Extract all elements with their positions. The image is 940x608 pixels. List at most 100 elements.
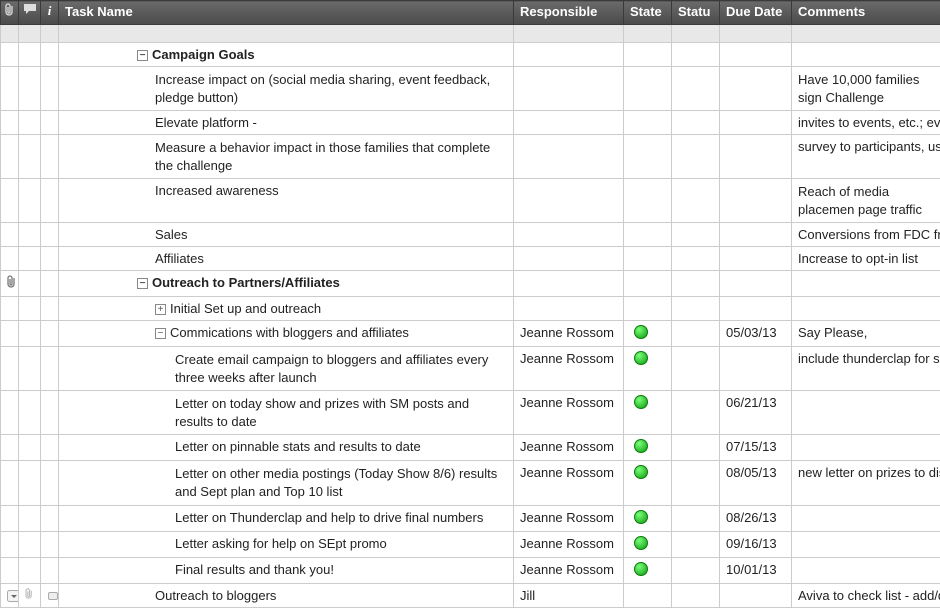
cell-task-name[interactable]: −Campaign Goals (59, 43, 514, 67)
cell-task-name[interactable]: Increased awareness (59, 179, 514, 223)
table-row[interactable]: Increased awareness Reach of media placem… (1, 179, 940, 223)
table-row[interactable]: Sales Conversions from FDC fre (1, 223, 940, 247)
cell-responsible[interactable] (514, 43, 624, 67)
cell-statu[interactable] (672, 531, 720, 557)
cell-state[interactable] (624, 43, 672, 67)
cell-task-name[interactable]: Create email campaign to bloggers and af… (59, 347, 514, 391)
cell-state[interactable] (624, 461, 672, 505)
cell-statu[interactable] (672, 461, 720, 505)
cell-state[interactable] (624, 247, 672, 271)
cell-state[interactable] (624, 347, 672, 391)
cell-comments[interactable]: invites to events, etc.; ev (792, 111, 940, 135)
col-comment[interactable] (19, 1, 41, 25)
cell-comments[interactable] (792, 435, 940, 461)
col-task-name[interactable]: Task Name (59, 1, 514, 25)
cell-state[interactable] (624, 557, 672, 583)
cell-statu[interactable] (672, 271, 720, 297)
cell-task-name[interactable]: Final results and thank you! (59, 557, 514, 583)
cell-due-date[interactable] (720, 583, 792, 607)
cell-responsible[interactable] (514, 271, 624, 297)
collapse-icon[interactable]: − (137, 278, 148, 289)
table-row[interactable]: −Campaign Goals (1, 43, 940, 67)
cell-comments[interactable]: Aviva to check list - add/d (792, 583, 940, 607)
cell-comments[interactable]: Have 10,000 families sign Challenge (792, 67, 940, 111)
cell-responsible[interactable] (514, 135, 624, 179)
cell-due-date[interactable] (720, 67, 792, 111)
col-info[interactable]: i (41, 1, 59, 25)
cell-state[interactable] (624, 505, 672, 531)
cell-comments[interactable]: survey to participants, us (792, 135, 940, 179)
table-row[interactable]: Measure a behavior impact in those famil… (1, 135, 940, 179)
cell-task-name[interactable]: Sales (59, 223, 514, 247)
cell-comments[interactable] (792, 43, 940, 67)
cell-state[interactable] (624, 297, 672, 321)
cell-due-date[interactable]: 06/21/13 (720, 391, 792, 435)
cell-statu[interactable] (672, 297, 720, 321)
table-row[interactable]: Letter asking for help on SEpt promoJean… (1, 531, 940, 557)
cell-statu[interactable] (672, 347, 720, 391)
cell-task-name[interactable]: Letter asking for help on SEpt promo (59, 531, 514, 557)
cell-task-name[interactable]: Letter on today show and prizes with SM … (59, 391, 514, 435)
cell-statu[interactable] (672, 505, 720, 531)
table-row[interactable]: Letter on today show and prizes with SM … (1, 391, 940, 435)
cell-responsible[interactable]: Jeanne Rossom (514, 505, 624, 531)
cell-due-date[interactable] (720, 135, 792, 179)
cell-statu[interactable] (672, 223, 720, 247)
cell-due-date[interactable] (720, 111, 792, 135)
cell-responsible[interactable] (514, 111, 624, 135)
table-row[interactable]: Outreach to bloggersJillAviva to check l… (1, 583, 940, 607)
cell-state[interactable] (624, 135, 672, 179)
table-row[interactable]: Letter on pinnable stats and results to … (1, 435, 940, 461)
cell-due-date[interactable]: 10/01/13 (720, 557, 792, 583)
cell-due-date[interactable]: 07/15/13 (720, 435, 792, 461)
cell-task-name[interactable]: Increase impact on (social media sharing… (59, 67, 514, 111)
table-row[interactable]: Elevate platform - invites to events, etc… (1, 111, 940, 135)
cell-comments[interactable]: include thunderclap for se (792, 347, 940, 391)
cell-comments[interactable]: Reach of media placemen page traffic (792, 179, 940, 223)
cell-due-date[interactable] (720, 179, 792, 223)
cell-responsible[interactable]: Jeanne Rossom (514, 531, 624, 557)
cell-task-name[interactable]: Measure a behavior impact in those famil… (59, 135, 514, 179)
table-row[interactable]: AffiliatesIncrease to opt-in list (1, 247, 940, 271)
cell-due-date[interactable] (720, 247, 792, 271)
table-row[interactable]: −Outreach to Partners/Affiliates (1, 271, 940, 297)
task-grid[interactable]: i Task Name Responsible State Statu Due … (0, 0, 940, 608)
cell-statu[interactable] (672, 179, 720, 223)
cell-state[interactable] (624, 111, 672, 135)
cell-comments[interactable]: Say Please, (792, 321, 940, 347)
cell-responsible[interactable] (514, 223, 624, 247)
cell-statu[interactable] (672, 557, 720, 583)
cell-statu[interactable] (672, 67, 720, 111)
cell-comments[interactable]: Conversions from FDC fre (792, 223, 940, 247)
cell-state[interactable] (624, 223, 672, 247)
cell-task-name[interactable]: Elevate platform - (59, 111, 514, 135)
cell-responsible[interactable]: Jeanne Rossom (514, 321, 624, 347)
cell-due-date[interactable] (720, 297, 792, 321)
col-due-date[interactable]: Due Date (720, 1, 792, 25)
cell-comments[interactable] (792, 557, 940, 583)
cell-responsible[interactable] (514, 179, 624, 223)
cell-responsible[interactable]: Jeanne Rossom (514, 557, 624, 583)
row-menu-button[interactable] (7, 590, 19, 602)
cell-responsible[interactable] (514, 247, 624, 271)
cell-statu[interactable] (672, 111, 720, 135)
expand-icon[interactable]: + (155, 304, 166, 315)
cell-comments[interactable] (792, 297, 940, 321)
cell-responsible[interactable]: Jeanne Rossom (514, 461, 624, 505)
cell-comments[interactable] (792, 531, 940, 557)
table-row[interactable]: Increase impact on (social media sharing… (1, 67, 940, 111)
cell-statu[interactable] (672, 583, 720, 607)
cell-task-name[interactable]: Letter on other media postings (Today Sh… (59, 461, 514, 505)
table-row[interactable]: −Commications with bloggers and affiliat… (1, 321, 940, 347)
cell-task-name[interactable]: Letter on Thunderclap and help to drive … (59, 505, 514, 531)
cell-responsible[interactable]: Jeanne Rossom (514, 391, 624, 435)
cell-state[interactable] (624, 179, 672, 223)
table-row[interactable]: Letter on other media postings (Today Sh… (1, 461, 940, 505)
cell-statu[interactable] (672, 321, 720, 347)
cell-due-date[interactable]: 08/26/13 (720, 505, 792, 531)
cell-task-name[interactable]: Letter on pinnable stats and results to … (59, 435, 514, 461)
cell-responsible[interactable]: Jeanne Rossom (514, 435, 624, 461)
cell-task-name[interactable]: Affiliates (59, 247, 514, 271)
cell-state[interactable] (624, 583, 672, 607)
col-responsible[interactable]: Responsible (514, 1, 624, 25)
